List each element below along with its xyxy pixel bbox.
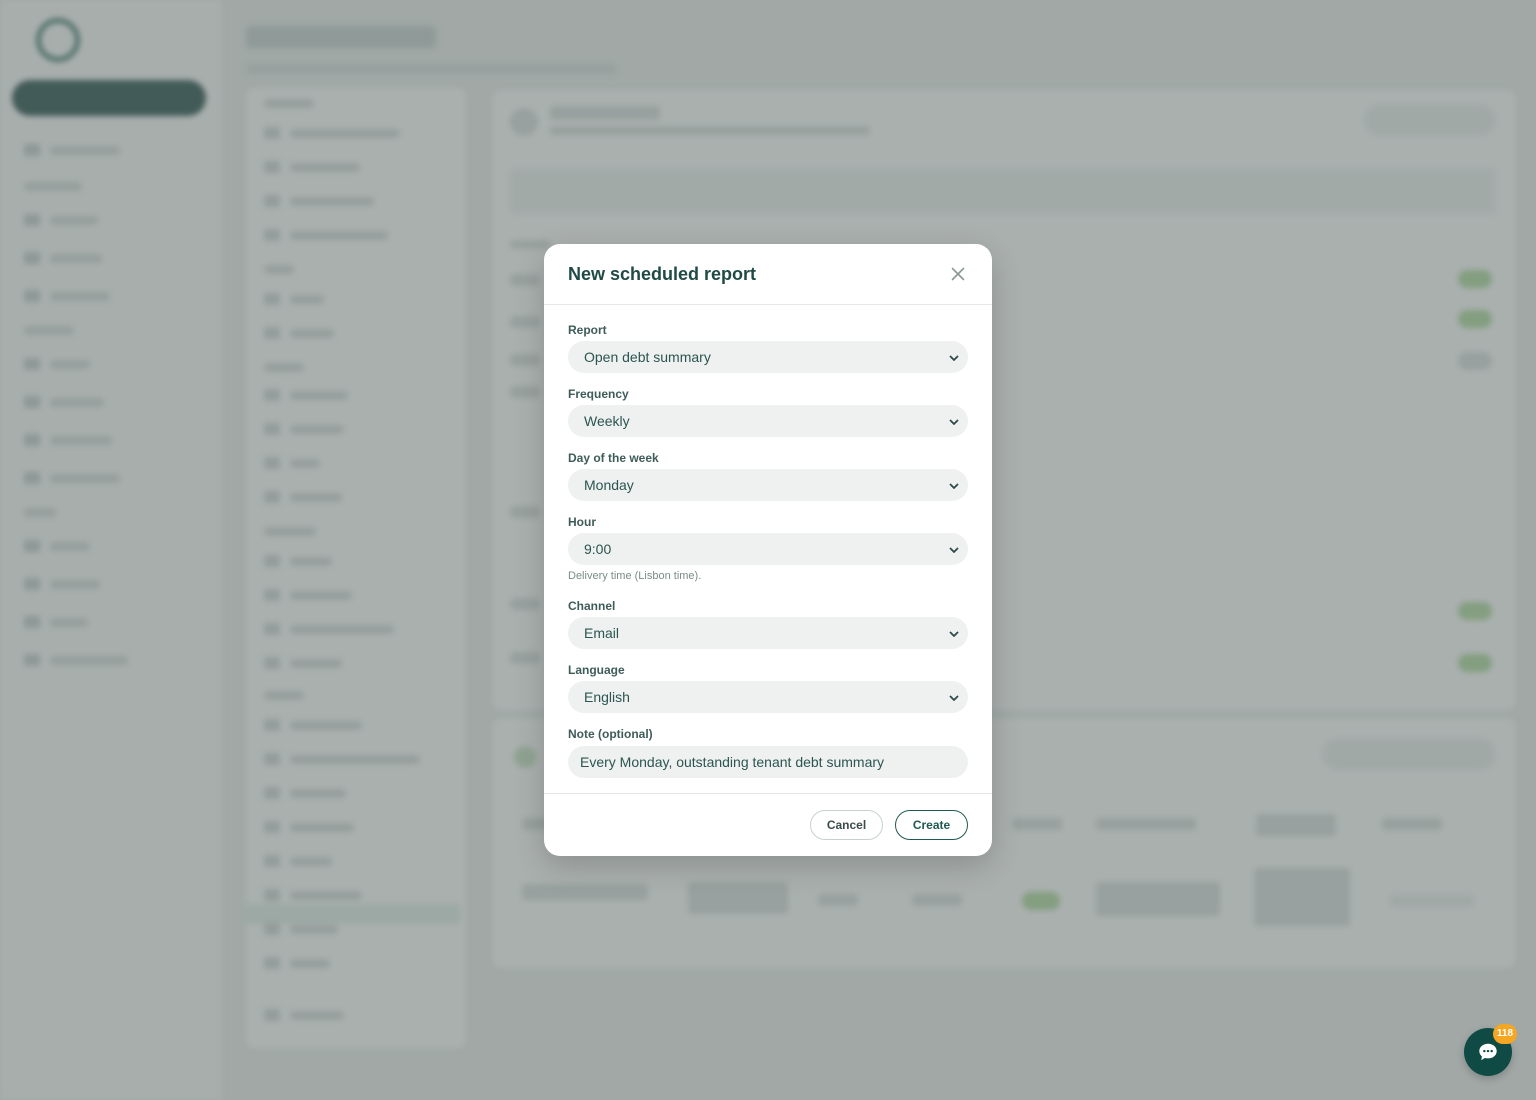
chevron-down-icon — [948, 351, 960, 363]
note-label: Note (optional) — [568, 727, 653, 741]
hour-select[interactable]: 9:00 — [568, 533, 968, 565]
create-button[interactable]: Create — [895, 810, 968, 840]
frequency-label: Frequency — [568, 387, 629, 401]
chat-bubble-icon — [1479, 1043, 1497, 1061]
channel-select[interactable]: Email — [568, 617, 968, 649]
modal-header: New scheduled report — [544, 244, 992, 305]
modal-footer: Cancel Create — [544, 793, 992, 856]
new-scheduled-report-modal: New scheduled report Report Open debt su… — [544, 244, 992, 856]
language-select-value: English — [584, 689, 630, 705]
hour-select-value: 9:00 — [584, 541, 612, 557]
report-select[interactable]: Open debt summary — [568, 341, 968, 373]
language-label: Language — [568, 663, 625, 677]
day-of-week-label: Day of the week — [568, 451, 659, 465]
close-icon — [951, 267, 965, 281]
hour-hint: Delivery time (Lisbon time). — [568, 570, 702, 582]
day-of-week-select[interactable]: Monday — [568, 469, 968, 501]
channel-select-value: Email — [584, 625, 620, 641]
day-of-week-select-value: Monday — [584, 477, 634, 493]
report-select-value: Open debt summary — [584, 349, 711, 365]
chat-unread-badge: 118 — [1493, 1024, 1517, 1044]
note-input[interactable] — [568, 746, 968, 778]
chevron-down-icon — [948, 627, 960, 639]
frequency-select-value: Weekly — [584, 413, 630, 429]
chevron-down-icon — [948, 691, 960, 703]
language-select[interactable]: English — [568, 681, 968, 713]
chevron-down-icon — [948, 479, 960, 491]
report-label: Report — [568, 323, 607, 337]
frequency-select[interactable]: Weekly — [568, 405, 968, 437]
chevron-down-icon — [948, 543, 960, 555]
hour-label: Hour — [568, 515, 596, 529]
cancel-button[interactable]: Cancel — [810, 810, 883, 840]
modal-title: New scheduled report — [568, 264, 757, 284]
close-button[interactable] — [946, 262, 970, 286]
channel-label: Channel — [568, 599, 616, 613]
chevron-down-icon — [948, 415, 960, 427]
